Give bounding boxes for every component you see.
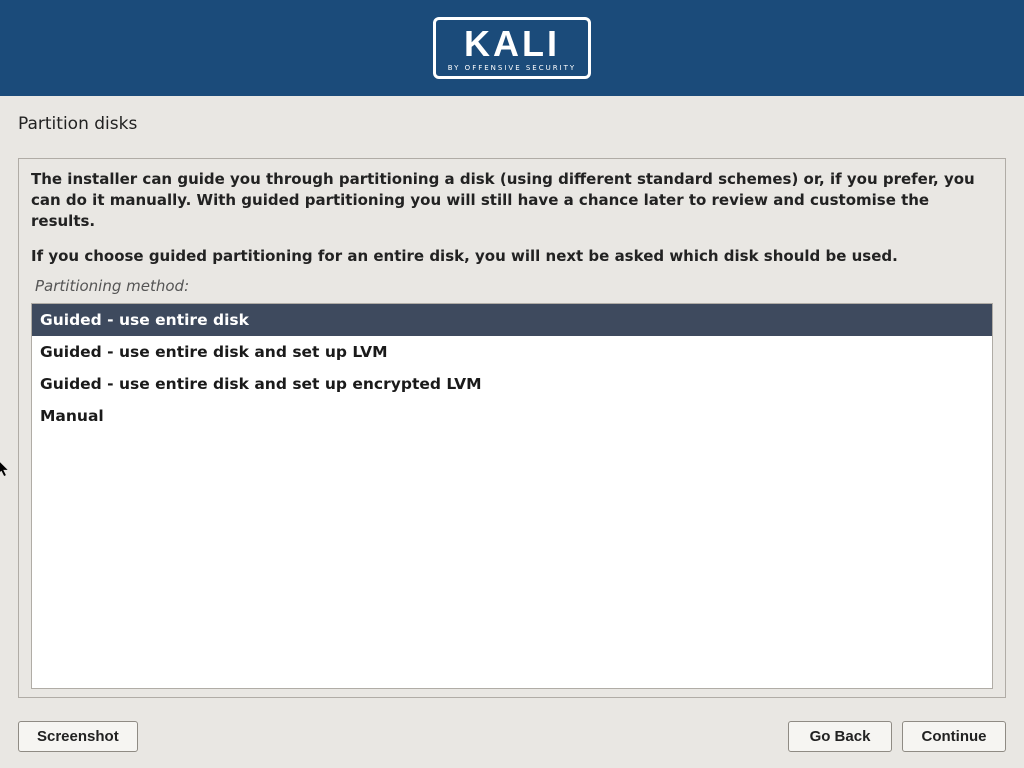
main-panel: The installer can guide you through part… — [18, 158, 1006, 698]
logo-text: KALI — [448, 26, 576, 62]
partitioning-method-listbox[interactable]: Guided - use entire disk Guided - use en… — [31, 303, 993, 689]
option-guided-entire-disk[interactable]: Guided - use entire disk — [32, 304, 992, 336]
partitioning-method-label: Partitioning method: — [35, 277, 993, 295]
kali-logo: KALI BY OFFENSIVE SECURITY — [433, 17, 591, 79]
option-guided-encrypted-lvm[interactable]: Guided - use entire disk and set up encr… — [32, 368, 992, 400]
screenshot-button[interactable]: Screenshot — [18, 721, 138, 752]
logo-subtitle: BY OFFENSIVE SECURITY — [448, 64, 576, 72]
header-banner: KALI BY OFFENSIVE SECURITY — [0, 0, 1024, 96]
page-title: Partition disks — [18, 114, 1006, 134]
option-guided-lvm[interactable]: Guided - use entire disk and set up LVM — [32, 336, 992, 368]
description-text-1: The installer can guide you through part… — [31, 169, 993, 232]
option-manual[interactable]: Manual — [32, 400, 992, 432]
content-area: Partition disks The installer can guide … — [0, 96, 1024, 698]
go-back-button[interactable]: Go Back — [788, 721, 892, 752]
footer-nav: Go Back Continue — [788, 721, 1006, 752]
description-text-2: If you choose guided partitioning for an… — [31, 246, 993, 267]
continue-button[interactable]: Continue — [902, 721, 1006, 752]
footer-bar: Screenshot Go Back Continue — [0, 705, 1024, 768]
